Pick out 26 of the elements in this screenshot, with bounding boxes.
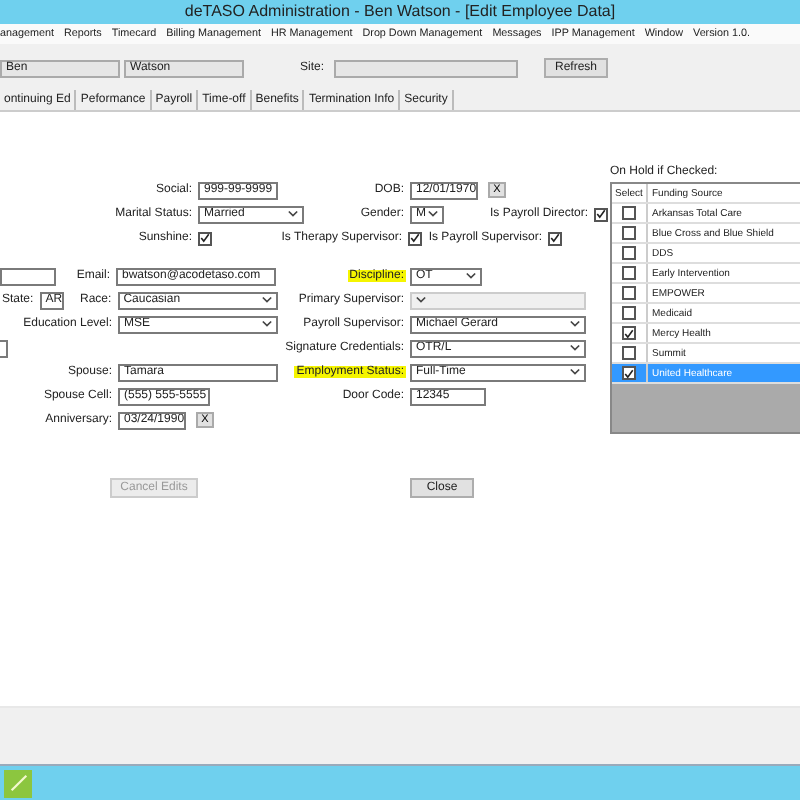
checkbox[interactable] [548, 231, 562, 245]
window-title: deTASO Administration - Ben Watson - [Edit Employee Data] [0, 0, 800, 24]
chevron-icon [466, 272, 476, 280]
checkbox[interactable] [622, 306, 636, 320]
checkbox[interactable] [622, 286, 636, 300]
checkbox[interactable] [622, 266, 636, 280]
chevron-icon [288, 210, 298, 218]
text-field[interactable] [0, 339, 8, 357]
chevron-icon [428, 210, 438, 218]
checkbox[interactable] [622, 226, 636, 240]
checkbox[interactable] [622, 206, 636, 220]
checkbox[interactable] [622, 246, 636, 260]
chevron-icon [262, 320, 272, 328]
checkbox[interactable] [198, 231, 212, 245]
checkbox[interactable] [622, 326, 636, 340]
chevron-icon [416, 296, 426, 304]
checkbox[interactable] [408, 231, 422, 245]
checkbox[interactable] [594, 207, 608, 221]
chevron-icon [570, 344, 580, 352]
chevron-icon [261, 296, 272, 304]
text-field[interactable] [0, 267, 56, 285]
chevron-icon [570, 320, 580, 328]
chevron-icon [570, 368, 580, 376]
checkbox[interactable] [622, 346, 636, 360]
site-field[interactable] [334, 59, 519, 77]
checkbox[interactable] [622, 366, 636, 380]
